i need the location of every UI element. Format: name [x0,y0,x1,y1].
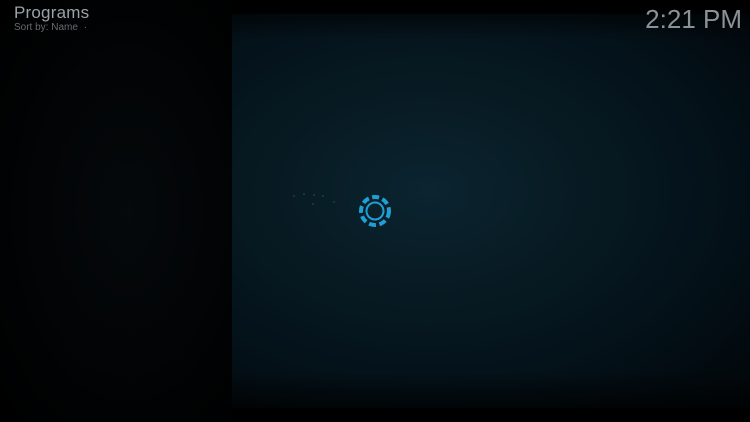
page-title: Programs [14,3,90,22]
sort-label: Sort by: Name [14,22,78,33]
sort-indicator[interactable]: Sort by: Name · [14,22,87,34]
kodi-screen: Programs Sort by: Name · 2:21 PM [0,0,750,422]
left-panel [0,0,232,422]
content-area [232,14,750,408]
clock: 2:21 PM [645,4,742,34]
spinner-trail-dots [293,193,335,205]
busy-spinner-icon [359,195,391,227]
sort-separator: · [83,22,88,33]
